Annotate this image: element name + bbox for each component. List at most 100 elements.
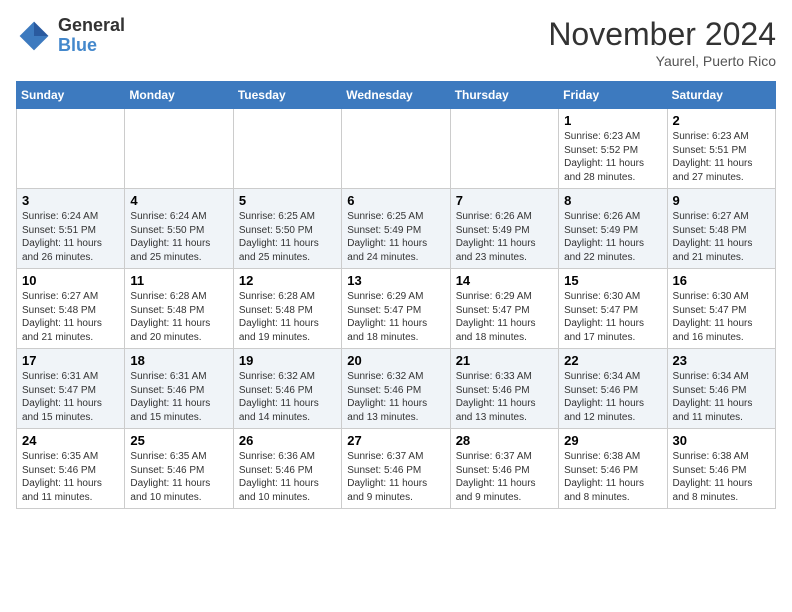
day-info: Sunrise: 6:25 AMSunset: 5:49 PMDaylight:…	[347, 210, 444, 264]
calendar-cell	[342, 109, 450, 189]
day-number: 22	[564, 353, 661, 368]
weekday-header: Wednesday	[342, 82, 450, 109]
calendar-cell: 5 Sunrise: 6:25 AMSunset: 5:50 PMDaylight…	[233, 189, 341, 269]
calendar-cell: 19 Sunrise: 6:32 AMSunset: 5:46 PMDayligh…	[233, 349, 341, 429]
day-info: Sunrise: 6:35 AMSunset: 5:46 PMDaylight:…	[22, 450, 119, 504]
weekday-header: Monday	[125, 82, 233, 109]
day-info: Sunrise: 6:30 AMSunset: 5:47 PMDaylight:…	[564, 290, 661, 344]
calendar-week-row: 3 Sunrise: 6:24 AMSunset: 5:51 PMDaylight…	[17, 189, 776, 269]
day-number: 13	[347, 273, 444, 288]
calendar-cell: 30 Sunrise: 6:38 AMSunset: 5:46 PMDayligh…	[667, 429, 775, 509]
calendar-header-row: SundayMondayTuesdayWednesdayThursdayFrid…	[17, 82, 776, 109]
calendar-cell: 13Sunrise: 6:29 AMSunset: 5:47 PMDayligh…	[342, 269, 450, 349]
calendar-cell: 8 Sunrise: 6:26 AMSunset: 5:49 PMDaylight…	[559, 189, 667, 269]
day-info: Sunrise: 6:37 AMSunset: 5:46 PMDaylight:…	[456, 450, 553, 504]
day-info: Sunrise: 6:23 AMSunset: 5:52 PMDaylight:…	[564, 130, 661, 184]
day-info: Sunrise: 6:38 AMSunset: 5:46 PMDaylight:…	[564, 450, 661, 504]
day-info: Sunrise: 6:32 AMSunset: 5:46 PMDaylight:…	[239, 370, 336, 424]
weekday-header: Friday	[559, 82, 667, 109]
calendar-cell: 25Sunrise: 6:35 AMSunset: 5:46 PMDayligh…	[125, 429, 233, 509]
day-number: 24	[22, 433, 119, 448]
day-number: 30	[673, 433, 770, 448]
calendar-cell	[125, 109, 233, 189]
day-info: Sunrise: 6:38 AMSunset: 5:46 PMDaylight:…	[673, 450, 770, 504]
calendar-cell: 26 Sunrise: 6:36 AMSunset: 5:46 PMDayligh…	[233, 429, 341, 509]
day-number: 17	[22, 353, 119, 368]
day-info: Sunrise: 6:32 AMSunset: 5:46 PMDaylight:…	[347, 370, 444, 424]
day-info: Sunrise: 6:30 AMSunset: 5:47 PMDaylight:…	[673, 290, 770, 344]
day-number: 2	[673, 113, 770, 128]
calendar-cell: 24 Sunrise: 6:35 AMSunset: 5:46 PMDayligh…	[17, 429, 125, 509]
calendar-cell: 4 Sunrise: 6:24 AMSunset: 5:50 PMDaylight…	[125, 189, 233, 269]
day-info: Sunrise: 6:24 AMSunset: 5:50 PMDaylight:…	[130, 210, 227, 264]
day-info: Sunrise: 6:25 AMSunset: 5:50 PMDaylight:…	[239, 210, 336, 264]
day-number: 7	[456, 193, 553, 208]
day-number: 11	[130, 273, 227, 288]
day-number: 19	[239, 353, 336, 368]
day-number: 8	[564, 193, 661, 208]
calendar-body: 1 Sunrise: 6:23 AMSunset: 5:52 PMDaylight…	[17, 109, 776, 509]
calendar-cell: 22 Sunrise: 6:34 AMSunset: 5:46 PMDayligh…	[559, 349, 667, 429]
day-info: Sunrise: 6:27 AMSunset: 5:48 PMDaylight:…	[22, 290, 119, 344]
day-number: 5	[239, 193, 336, 208]
calendar-cell: 15 Sunrise: 6:30 AMSunset: 5:47 PMDayligh…	[559, 269, 667, 349]
day-info: Sunrise: 6:33 AMSunset: 5:46 PMDaylight:…	[456, 370, 553, 424]
calendar-cell: 27 Sunrise: 6:37 AMSunset: 5:46 PMDayligh…	[342, 429, 450, 509]
calendar-cell: 2 Sunrise: 6:23 AMSunset: 5:51 PMDaylight…	[667, 109, 775, 189]
day-number: 18	[130, 353, 227, 368]
day-number: 12	[239, 273, 336, 288]
day-info: Sunrise: 6:26 AMSunset: 5:49 PMDaylight:…	[456, 210, 553, 264]
weekday-header: Sunday	[17, 82, 125, 109]
day-number: 26	[239, 433, 336, 448]
calendar-cell: 7 Sunrise: 6:26 AMSunset: 5:49 PMDaylight…	[450, 189, 558, 269]
calendar-cell: 11Sunrise: 6:28 AMSunset: 5:48 PMDayligh…	[125, 269, 233, 349]
weekday-header: Thursday	[450, 82, 558, 109]
day-info: Sunrise: 6:24 AMSunset: 5:51 PMDaylight:…	[22, 210, 119, 264]
day-number: 4	[130, 193, 227, 208]
day-info: Sunrise: 6:34 AMSunset: 5:46 PMDaylight:…	[564, 370, 661, 424]
calendar-week-row: 1 Sunrise: 6:23 AMSunset: 5:52 PMDaylight…	[17, 109, 776, 189]
day-info: Sunrise: 6:31 AMSunset: 5:47 PMDaylight:…	[22, 370, 119, 424]
calendar-cell: 3 Sunrise: 6:24 AMSunset: 5:51 PMDaylight…	[17, 189, 125, 269]
calendar-week-row: 10 Sunrise: 6:27 AMSunset: 5:48 PMDayligh…	[17, 269, 776, 349]
day-info: Sunrise: 6:36 AMSunset: 5:46 PMDaylight:…	[239, 450, 336, 504]
month-title: November 2024	[548, 16, 776, 53]
day-number: 1	[564, 113, 661, 128]
weekday-header: Saturday	[667, 82, 775, 109]
calendar-cell	[233, 109, 341, 189]
day-info: Sunrise: 6:26 AMSunset: 5:49 PMDaylight:…	[564, 210, 661, 264]
calendar-table: SundayMondayTuesdayWednesdayThursdayFrid…	[16, 81, 776, 509]
location: Yaurel, Puerto Rico	[548, 53, 776, 69]
calendar-cell: 6 Sunrise: 6:25 AMSunset: 5:49 PMDaylight…	[342, 189, 450, 269]
day-number: 6	[347, 193, 444, 208]
day-number: 27	[347, 433, 444, 448]
calendar-cell: 10 Sunrise: 6:27 AMSunset: 5:48 PMDayligh…	[17, 269, 125, 349]
calendar-cell: 17 Sunrise: 6:31 AMSunset: 5:47 PMDayligh…	[17, 349, 125, 429]
page-header: General Blue November 2024 Yaurel, Puert…	[16, 16, 776, 69]
calendar-cell	[17, 109, 125, 189]
weekday-header: Tuesday	[233, 82, 341, 109]
day-number: 3	[22, 193, 119, 208]
day-number: 15	[564, 273, 661, 288]
day-number: 10	[22, 273, 119, 288]
calendar-cell: 29Sunrise: 6:38 AMSunset: 5:46 PMDayligh…	[559, 429, 667, 509]
calendar-cell: 23Sunrise: 6:34 AMSunset: 5:46 PMDayligh…	[667, 349, 775, 429]
calendar-cell: 1 Sunrise: 6:23 AMSunset: 5:52 PMDaylight…	[559, 109, 667, 189]
calendar-cell: 16Sunrise: 6:30 AMSunset: 5:47 PMDayligh…	[667, 269, 775, 349]
day-number: 21	[456, 353, 553, 368]
calendar-week-row: 17 Sunrise: 6:31 AMSunset: 5:47 PMDayligh…	[17, 349, 776, 429]
day-number: 14	[456, 273, 553, 288]
day-number: 20	[347, 353, 444, 368]
calendar-cell: 14 Sunrise: 6:29 AMSunset: 5:47 PMDayligh…	[450, 269, 558, 349]
title-block: November 2024 Yaurel, Puerto Rico	[548, 16, 776, 69]
day-info: Sunrise: 6:23 AMSunset: 5:51 PMDaylight:…	[673, 130, 770, 184]
calendar-cell: 18Sunrise: 6:31 AMSunset: 5:46 PMDayligh…	[125, 349, 233, 429]
day-info: Sunrise: 6:27 AMSunset: 5:48 PMDaylight:…	[673, 210, 770, 264]
day-info: Sunrise: 6:35 AMSunset: 5:46 PMDaylight:…	[130, 450, 227, 504]
calendar-week-row: 24 Sunrise: 6:35 AMSunset: 5:46 PMDayligh…	[17, 429, 776, 509]
calendar-cell: 9 Sunrise: 6:27 AMSunset: 5:48 PMDaylight…	[667, 189, 775, 269]
day-info: Sunrise: 6:37 AMSunset: 5:46 PMDaylight:…	[347, 450, 444, 504]
day-number: 9	[673, 193, 770, 208]
day-info: Sunrise: 6:29 AMSunset: 5:47 PMDaylight:…	[456, 290, 553, 344]
calendar-cell: 21 Sunrise: 6:33 AMSunset: 5:46 PMDayligh…	[450, 349, 558, 429]
